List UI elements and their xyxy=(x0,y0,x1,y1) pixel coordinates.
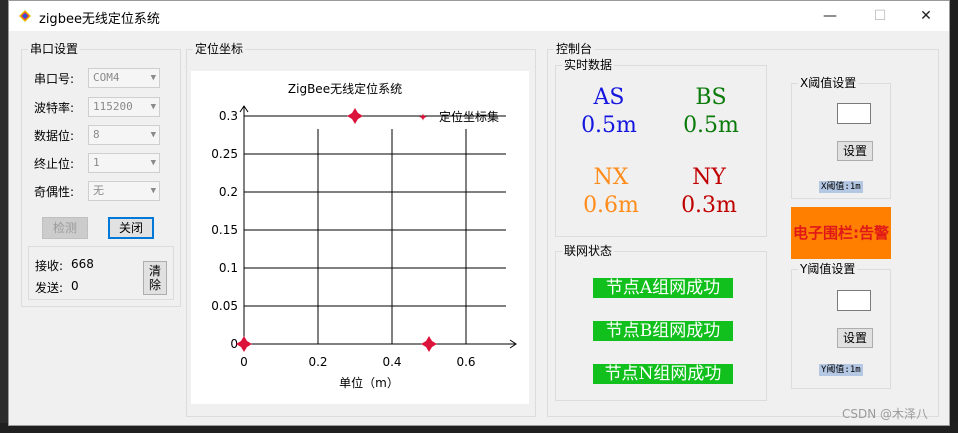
baud-label: 波特率: xyxy=(34,101,75,115)
nx-label: NX xyxy=(593,165,629,190)
x-tick-label: 0 xyxy=(240,355,248,369)
main-window: zigbee无线定位系统 — ☐ ✕ 串口设置 串口号: COM4 ▼ 波特率: … xyxy=(8,0,950,426)
network-status-title: 联网状态 xyxy=(562,244,615,258)
clear-button[interactable]: 清 除 xyxy=(143,261,167,295)
serial-settings-group: 串口设置 串口号: COM4 ▼ 波特率: 115200 ▼ 数据位: 8 ▼ 终止位… xyxy=(21,42,181,307)
chart-ticks: 00.050.10.150.20.250.30 0.2 0.4 0.6 xyxy=(211,109,475,369)
serial-settings-title: 串口设置 xyxy=(28,42,81,56)
chart-panel: ZigBee无线定位系统 0 0.05 0.1 0.15 0.2 0.25 0.3 0 0.2 0… xyxy=(191,71,529,404)
chart-title: ZigBee无线定位系统 xyxy=(288,81,402,96)
node-b-status: 节点B组网成功 xyxy=(593,321,733,341)
minimize-button[interactable]: — xyxy=(807,1,853,31)
y-tick-label: 0.25 xyxy=(211,147,238,161)
y-threshold-input[interactable] xyxy=(837,290,871,311)
ny-label: NY xyxy=(692,165,726,190)
data-point xyxy=(236,336,252,352)
databits-value: 8 xyxy=(93,128,100,141)
legend-marker: ✦ xyxy=(418,111,427,124)
legend-label: 定位坐标集 xyxy=(439,109,499,124)
databits-label: 数据位: xyxy=(34,129,75,143)
close-window-button[interactable]: ✕ xyxy=(903,1,949,31)
x-tick-label: 0.4 xyxy=(382,355,401,369)
nx-value: 0.6m xyxy=(583,193,639,218)
chevron-down-icon: ▼ xyxy=(150,73,156,83)
window-title: zigbee无线定位系统 xyxy=(39,12,160,27)
realtime-data-title: 实时数据 xyxy=(562,58,615,72)
port-value: COM4 xyxy=(93,71,120,84)
position-chart: ZigBee无线定位系统 00.050.10.150.20.250.30 0.2 0… xyxy=(211,81,517,390)
chevron-down-icon: ▼ xyxy=(150,130,156,140)
parity-label: 奇偶性: xyxy=(34,185,75,199)
bs-value: 0.5m xyxy=(683,113,739,138)
x-set-button[interactable]: 设置 xyxy=(837,141,873,161)
y-threshold-title: Y阈值设置 xyxy=(798,262,858,276)
clear-button-line2: 除 xyxy=(148,278,161,292)
recv-count: 668 xyxy=(71,257,94,271)
parity-select[interactable]: 无 ▼ xyxy=(88,181,160,201)
port-select[interactable]: COM4 ▼ xyxy=(88,68,160,88)
y-tick-label: 0.1 xyxy=(219,261,238,275)
x-threshold-title: X阈值设置 xyxy=(798,76,859,90)
coordinate-title: 定位坐标 xyxy=(193,42,246,56)
x-tick-label: 0.6 xyxy=(456,355,475,369)
y-tick-label: 0.15 xyxy=(211,223,238,237)
maximize-button[interactable]: ☐ xyxy=(857,1,903,31)
send-label: 发送: xyxy=(35,281,64,295)
recv-label: 接收: xyxy=(35,259,64,273)
stopbits-select[interactable]: 1 ▼ xyxy=(88,153,160,173)
y-tick-label: 0.05 xyxy=(211,299,238,313)
chevron-down-icon: ▼ xyxy=(150,102,156,112)
data-point xyxy=(421,336,437,352)
fence-alarm: 电子围栏:告警 xyxy=(791,207,891,259)
clear-button-line1: 清 xyxy=(148,264,161,278)
chart-grid xyxy=(239,105,517,349)
close-port-button[interactable]: 关闭 xyxy=(108,217,154,239)
y-tick-label: 0.3 xyxy=(219,109,238,123)
node-n-status: 节点N组网成功 xyxy=(593,364,733,384)
baud-select[interactable]: 115200 ▼ xyxy=(88,97,160,117)
y-threshold-value: Y阈值:1m xyxy=(819,364,863,376)
watermark: CSDN @木泽八 xyxy=(842,407,929,421)
x-axis-label: 单位（m） xyxy=(339,375,399,390)
y-set-button[interactable]: 设置 xyxy=(837,328,873,348)
title-bar[interactable]: zigbee无线定位系统 — ☐ ✕ xyxy=(9,1,949,31)
node-a-status: 节点A组网成功 xyxy=(593,278,733,298)
detect-button[interactable]: 检测 xyxy=(42,217,88,239)
chevron-down-icon: ▼ xyxy=(150,158,156,168)
chevron-down-icon: ▼ xyxy=(150,186,156,196)
send-count: 0 xyxy=(71,279,79,293)
baud-value: 115200 xyxy=(93,100,133,113)
stopbits-label: 终止位: xyxy=(34,157,75,171)
as-label: AS xyxy=(593,85,625,110)
x-threshold-input[interactable] xyxy=(837,103,871,124)
port-label: 串口号: xyxy=(34,72,75,86)
parity-value: 无 xyxy=(93,184,104,197)
data-point xyxy=(347,108,363,124)
as-value: 0.5m xyxy=(581,113,637,138)
stopbits-value: 1 xyxy=(93,156,100,169)
ny-value: 0.3m xyxy=(681,193,737,218)
app-icon xyxy=(19,10,31,22)
databits-select[interactable]: 8 ▼ xyxy=(88,125,160,145)
x-tick-label: 0.2 xyxy=(308,355,327,369)
traffic-group: 接收: 668 发送: 0 清 除 xyxy=(28,246,174,300)
console-title: 控制台 xyxy=(554,42,595,56)
y-tick-label: 0.2 xyxy=(219,185,238,199)
x-threshold-value: X阈值:1m xyxy=(819,181,863,193)
bs-label: BS xyxy=(695,85,727,110)
